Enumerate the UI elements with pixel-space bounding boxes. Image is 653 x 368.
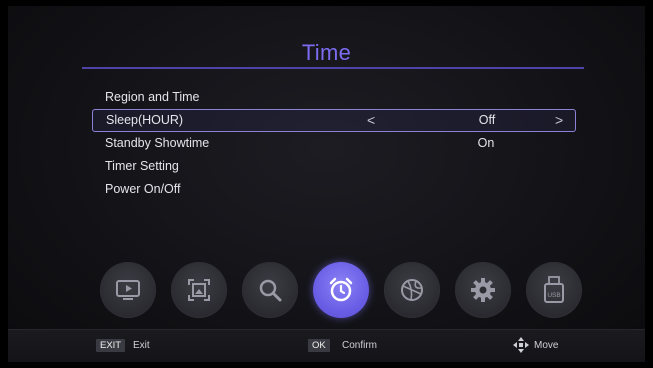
tv-icon xyxy=(116,280,140,300)
alarm-clock-icon xyxy=(329,277,353,302)
confirm-label: Confirm xyxy=(342,340,378,351)
ball-icon-button[interactable] xyxy=(384,262,440,318)
page-title: Time xyxy=(301,40,352,65)
picture-icon xyxy=(188,279,210,301)
category-icon-bar: USB xyxy=(100,262,582,320)
menu-item-sleep-hour[interactable]: Sleep(HOUR) < Off > xyxy=(92,109,576,132)
picture-icon-button[interactable] xyxy=(171,262,227,318)
menu-item-power-on-off[interactable]: Power On/Off xyxy=(92,178,576,201)
menu-item-standby-showtime[interactable]: Standby Showtime On xyxy=(92,132,576,155)
menu-item-label: Timer Setting xyxy=(105,159,179,173)
exit-label: Exit xyxy=(133,340,150,351)
sleep-value: Off xyxy=(478,113,496,127)
menu-item-timer-setting[interactable]: Timer Setting xyxy=(92,155,576,178)
menu-item-label: Power On/Off xyxy=(105,182,181,196)
chevron-right-icon[interactable]: > xyxy=(555,110,563,130)
search-icon xyxy=(259,279,282,302)
tv-screen: Time Region and Time Sleep(HOUR) < Off >… xyxy=(8,6,645,362)
standby-showtime-value: On xyxy=(477,136,495,150)
usb-icon: USB xyxy=(544,276,564,303)
gear-icon-button[interactable] xyxy=(455,262,511,318)
menu-item-label: Region and Time xyxy=(105,90,200,104)
menu-item-label: Sleep(HOUR) xyxy=(106,113,184,127)
time-menu: Region and Time Sleep(HOUR) < Off > Stan… xyxy=(92,86,576,201)
exit-key[interactable]: EXIT xyxy=(96,339,126,352)
move-arrows-icon xyxy=(513,337,529,353)
ok-key[interactable]: OK xyxy=(308,339,330,352)
menu-item-region-and-time[interactable]: Region and Time xyxy=(92,86,576,109)
alarm-clock-icon-button[interactable] xyxy=(313,262,369,318)
move-label: Move xyxy=(534,340,559,351)
footer-help-bar: EXIT Exit OK Confirm Move xyxy=(8,329,645,362)
search-icon-button[interactable] xyxy=(242,262,298,318)
gear-icon xyxy=(471,278,495,302)
title-divider xyxy=(82,67,584,69)
usb-icon-button[interactable]: USB xyxy=(526,262,582,318)
usb-label: USB xyxy=(547,292,560,299)
ball-icon xyxy=(401,279,423,301)
menu-item-label: Standby Showtime xyxy=(105,136,210,150)
tv-icon-button[interactable] xyxy=(100,262,156,318)
chevron-left-icon[interactable]: < xyxy=(367,110,375,130)
